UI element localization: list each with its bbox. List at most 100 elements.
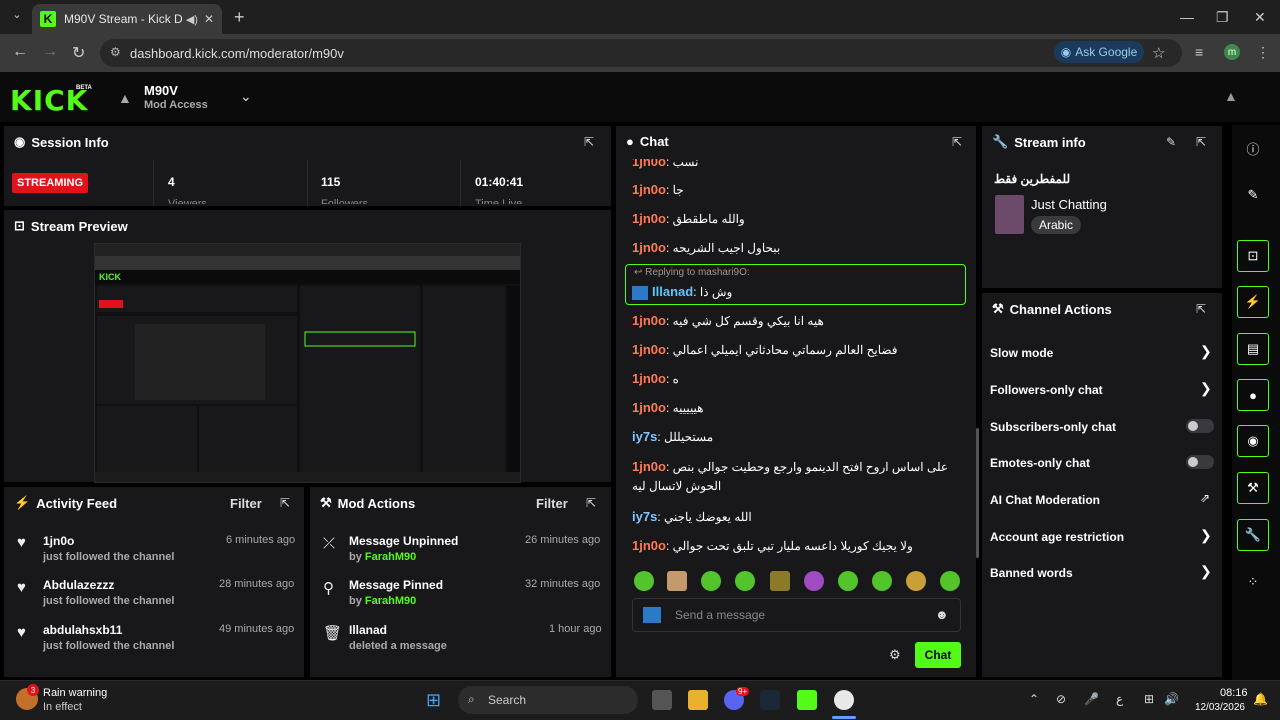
- emote[interactable]: [634, 571, 654, 591]
- chrome-icon[interactable]: [834, 690, 854, 710]
- mod-action-title[interactable]: Illanad: [349, 623, 387, 637]
- chat-username[interactable]: iy7s: [632, 429, 657, 444]
- new-tab-icon[interactable]: +: [234, 7, 245, 28]
- chat-username[interactable]: Illanad: [652, 284, 693, 299]
- chat-username[interactable]: 1jn0o: [632, 371, 666, 386]
- send-chat-button[interactable]: Chat: [915, 642, 961, 668]
- emote[interactable]: [906, 571, 926, 591]
- chat-username[interactable]: 1jn0o: [632, 342, 666, 357]
- chevron-down-icon[interactable]: ⌄: [240, 88, 252, 105]
- chat-username[interactable]: 1jn0o: [632, 459, 666, 474]
- emote[interactable]: [838, 571, 858, 591]
- chevron-right-icon[interactable]: ❯: [1200, 563, 1212, 580]
- file-explorer-icon[interactable]: [688, 690, 708, 710]
- task-view-icon[interactable]: [652, 690, 672, 710]
- chat-username[interactable]: 1jn0o: [632, 538, 666, 553]
- mod-filter-button[interactable]: Filter: [536, 496, 568, 511]
- popout-icon[interactable]: ⇱: [280, 496, 290, 510]
- mod-user[interactable]: FarahM90: [365, 551, 416, 563]
- restore-icon[interactable]: ❐: [1216, 9, 1229, 26]
- speaker-icon[interactable]: ◀): [186, 13, 198, 26]
- stream-preview-video[interactable]: KICK: [94, 243, 521, 483]
- activity-user[interactable]: Abdulazezzz: [43, 578, 114, 592]
- ask-google-button[interactable]: ◉ Ask Google: [1054, 41, 1144, 63]
- emote[interactable]: [770, 571, 790, 591]
- notes-toggle-icon[interactable]: ▤: [1237, 333, 1269, 365]
- mod-user[interactable]: FarahM90: [365, 595, 416, 607]
- chat-username[interactable]: 1jn0o: [632, 240, 666, 255]
- browser-tab[interactable]: K M90V Stream - Kick Dashb ◀) ✕: [32, 4, 222, 34]
- site-info-icon[interactable]: ⚙: [110, 45, 121, 59]
- stream-info-toggle-icon[interactable]: 🔧: [1237, 519, 1269, 551]
- volume-icon[interactable]: 🔊: [1164, 692, 1179, 706]
- emote[interactable]: [735, 571, 755, 591]
- bookmark-star-icon[interactable]: ☆: [1152, 44, 1165, 62]
- tab-search-icon[interactable]: ⌄: [8, 8, 26, 26]
- session-toggle-icon[interactable]: ◉: [1237, 425, 1269, 457]
- layout-icon[interactable]: ⁘: [1237, 566, 1269, 598]
- reload-icon[interactable]: ↻: [72, 43, 85, 63]
- chevron-right-icon[interactable]: ❯: [1200, 380, 1212, 397]
- popout-icon[interactable]: ⇱: [952, 135, 962, 149]
- banned-words-item[interactable]: Banned words: [990, 566, 1073, 580]
- user-avatar-icon[interactable]: ▲: [1224, 88, 1238, 104]
- chat-settings-icon[interactable]: ⚙: [889, 647, 901, 663]
- emoji-icon[interactable]: ☻: [935, 607, 949, 622]
- forward-icon[interactable]: →: [42, 43, 58, 61]
- activity-toggle-icon[interactable]: ⚡: [1237, 286, 1269, 318]
- chat-username[interactable]: 1jn0o: [632, 400, 666, 415]
- minimize-icon[interactable]: —: [1180, 9, 1194, 25]
- mic-icon[interactable]: 🎤: [1084, 692, 1099, 706]
- clock-date[interactable]: 12/03/2026: [1193, 702, 1245, 713]
- mod-toggle-icon[interactable]: ⚒: [1237, 472, 1269, 504]
- followers-only-item[interactable]: Followers-only chat: [990, 383, 1103, 397]
- stream-preview-toggle-icon[interactable]: ⊡: [1237, 240, 1269, 272]
- edit-icon[interactable]: ✎: [1166, 135, 1176, 149]
- chevron-right-icon[interactable]: ❯: [1200, 527, 1212, 544]
- url-field[interactable]: ⚙ dashboard.kick.com/moderator/m90v: [100, 39, 1182, 67]
- emotes-only-toggle[interactable]: [1186, 455, 1214, 469]
- language-indicator[interactable]: ع: [1116, 692, 1123, 706]
- external-link-icon[interactable]: ⇗: [1200, 491, 1210, 505]
- popout-icon[interactable]: ⇱: [586, 496, 596, 510]
- clock-time[interactable]: 08:16: [1220, 687, 1248, 699]
- chat-username[interactable]: 1jn0o: [632, 182, 666, 197]
- steam-icon[interactable]: [760, 690, 780, 710]
- chat-username[interactable]: iy7s: [632, 509, 657, 524]
- browser-menu-icon[interactable]: ⋮: [1256, 44, 1270, 61]
- edit-icon[interactable]: ✎: [1237, 179, 1269, 211]
- chat-username[interactable]: 1jn0o: [632, 211, 666, 226]
- chat-scrollbar[interactable]: [976, 428, 979, 558]
- chevron-right-icon[interactable]: ❯: [1200, 343, 1212, 360]
- emote[interactable]: [940, 571, 960, 591]
- network-icon[interactable]: ⊞: [1144, 692, 1154, 706]
- emote[interactable]: [804, 571, 824, 591]
- popout-icon[interactable]: ⇱: [1196, 135, 1206, 149]
- camera-off-icon[interactable]: ⊘: [1056, 692, 1066, 706]
- popout-icon[interactable]: ⇱: [584, 135, 594, 149]
- chevron-up-icon[interactable]: ⌃: [1029, 692, 1039, 706]
- activity-user[interactable]: 1jn0o: [43, 534, 74, 548]
- activity-filter-button[interactable]: Filter: [230, 496, 262, 511]
- subscribers-only-toggle[interactable]: [1186, 419, 1214, 433]
- profile-avatar[interactable]: m: [1224, 44, 1240, 60]
- ai-moderation-item[interactable]: AI Chat Moderation: [990, 493, 1100, 507]
- start-button-icon[interactable]: ⊞: [426, 690, 441, 711]
- close-window-icon[interactable]: ✕: [1254, 9, 1266, 26]
- category-name[interactable]: Just Chatting: [1031, 197, 1107, 212]
- emote[interactable]: [667, 571, 687, 591]
- emote[interactable]: [872, 571, 892, 591]
- popout-icon[interactable]: ⇱: [1196, 302, 1206, 316]
- back-icon[interactable]: ←: [12, 43, 28, 61]
- kick-app-icon[interactable]: [797, 690, 817, 710]
- slow-mode-item[interactable]: Slow mode: [990, 346, 1053, 360]
- notification-icon[interactable]: 🔔: [1253, 692, 1268, 706]
- chat-toggle-icon[interactable]: ●: [1237, 379, 1269, 411]
- emote[interactable]: [701, 571, 721, 591]
- info-icon[interactable]: ⓘ: [1237, 132, 1269, 164]
- chat-username[interactable]: 1jn0o: [632, 313, 666, 328]
- close-tab-icon[interactable]: ✕: [204, 12, 214, 26]
- taskbar-search[interactable]: ⌕ Search: [458, 686, 638, 714]
- activity-user[interactable]: abdulahsxb11: [43, 623, 122, 637]
- chat-input[interactable]: Send a message ☻: [632, 598, 961, 632]
